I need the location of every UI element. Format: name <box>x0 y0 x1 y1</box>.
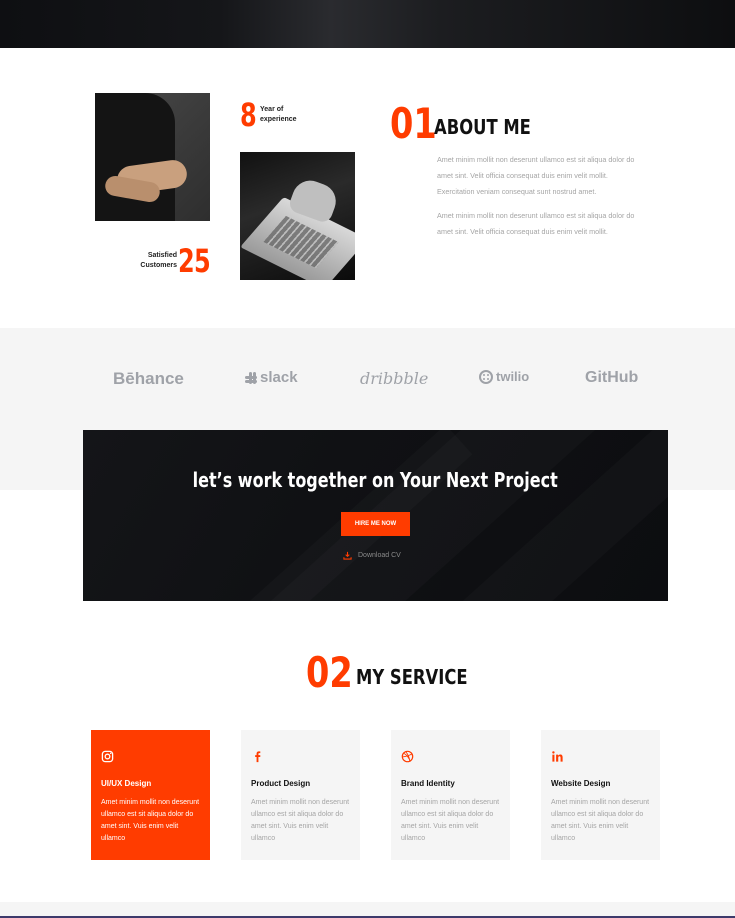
section-title: ABOUT ME <box>434 115 531 139</box>
service-card-website[interactable]: Website Design Amet minim mollit non des… <box>541 730 660 860</box>
card-title: UI/UX Design <box>101 779 152 788</box>
section-title: MY SERVICE <box>356 665 468 689</box>
instagram-icon <box>101 750 114 763</box>
dribbble-logo: dribbble <box>360 369 429 388</box>
about-heading: 01 ABOUT ME <box>390 103 552 145</box>
about-paragraph: Amet minim mollit non deserunt ullamco e… <box>437 211 635 236</box>
card-text: Amet minim mollit non deserunt ullamco e… <box>101 799 200 842</box>
twilio-logo: twilio <box>479 369 529 384</box>
laptop-photo <box>240 152 355 280</box>
download-cv-link[interactable]: Download CV <box>343 551 401 560</box>
customers-number: 25 <box>178 242 211 280</box>
card-title: Brand Identity <box>401 779 455 788</box>
service-card-brand[interactable]: Brand Identity Amet minim mollit non des… <box>391 730 510 860</box>
customers-label: Satisfied Customers <box>140 252 177 269</box>
about-paragraph: Amet minim mollit non deserunt ullamco e… <box>437 155 635 196</box>
dribbble-icon <box>401 750 414 763</box>
card-text: Amet minim mollit non deserunt ullamco e… <box>401 799 500 842</box>
customers-stat: Satisfied Customers 25 <box>120 243 215 277</box>
download-icon <box>343 551 352 560</box>
slack-icon <box>245 371 257 384</box>
card-title: Website Design <box>551 779 611 788</box>
portrait-photo <box>95 93 210 221</box>
experience-number: 8 <box>240 96 257 134</box>
facebook-icon <box>255 751 261 763</box>
github-logo: GitHub <box>585 369 639 386</box>
cta-banner: let’s work together on Your Next Project… <box>83 430 668 601</box>
section-number: 02 <box>306 648 353 697</box>
card-text: Amet minim mollit non deserunt ullamco e… <box>251 799 350 842</box>
slack-logo: slack <box>245 369 298 386</box>
linkedin-icon <box>552 751 563 762</box>
card-title: Product Design <box>251 779 311 788</box>
behance-logo: Bēhance <box>113 369 184 388</box>
service-heading: 02 MY SERVICE <box>306 652 492 694</box>
service-card-uiux[interactable]: UI/UX Design Amet minim mollit non deser… <box>91 730 210 860</box>
hire-me-button[interactable]: HIRE ME NOW <box>341 512 410 536</box>
card-text: Amet minim mollit non deserunt ullamco e… <box>551 799 650 842</box>
hero-image-strip <box>0 0 735 48</box>
twilio-icon <box>479 369 493 384</box>
cta-title: let’s work together on Your Next Project <box>192 468 559 492</box>
experience-label: Year of experience <box>260 106 297 123</box>
experience-stat: 8 Year of experience <box>240 99 297 131</box>
service-card-product[interactable]: Product Design Amet minim mollit non des… <box>241 730 360 860</box>
section-number: 01 <box>390 99 437 148</box>
